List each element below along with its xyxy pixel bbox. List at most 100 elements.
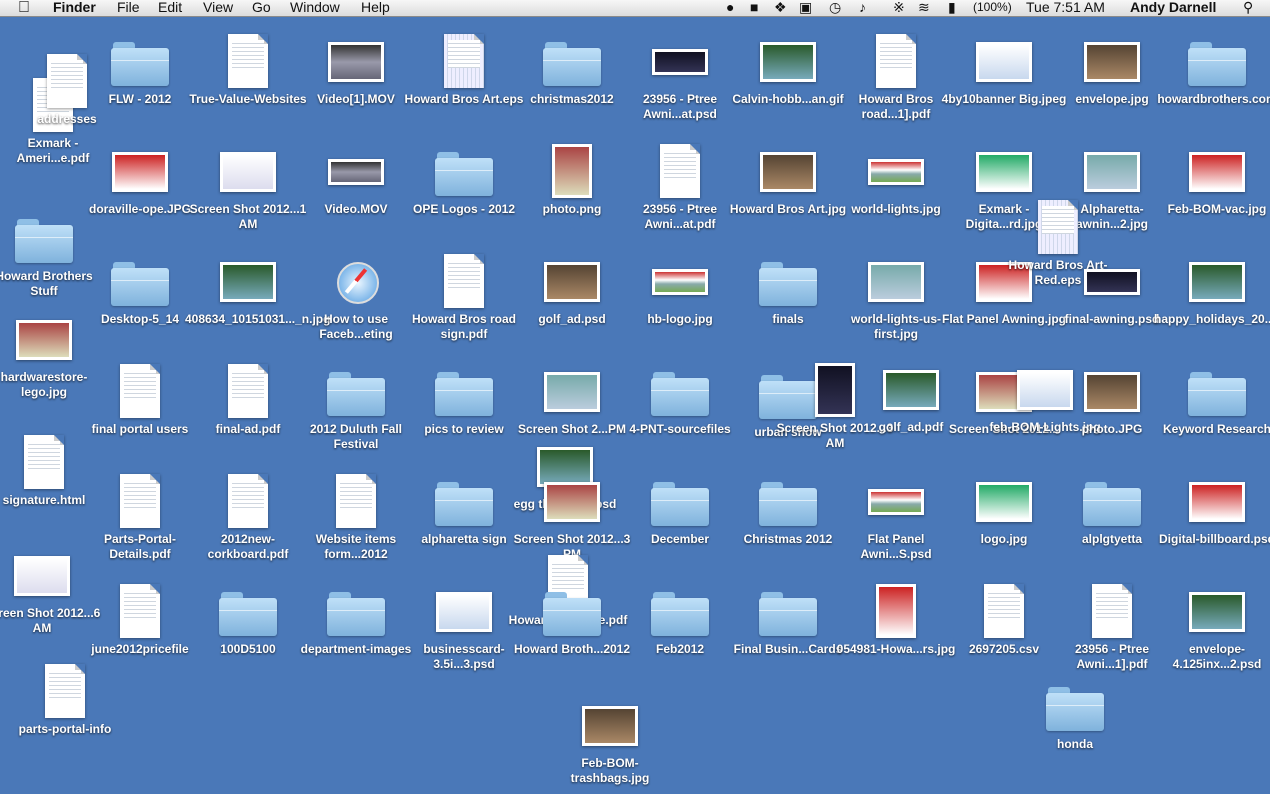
desktop-item-image[interactable]: envelope.jpg (1057, 20, 1167, 130)
desktop-item-image[interactable]: Flat Panel Awni...S.psd (841, 460, 951, 570)
folder-icon-shape (435, 372, 493, 416)
image-icon (867, 474, 925, 532)
desktop-item-folder[interactable]: Christmas 2012 (733, 460, 843, 570)
desktop-item-image[interactable]: businesscard-3.5i...3.psd (409, 570, 519, 680)
desktop-item-label: Digital-billboard.psd (1159, 532, 1270, 546)
thumbnail (976, 42, 1032, 82)
desktop-item-image[interactable]: 4by10banner Big.jpeg (942, 20, 1066, 130)
thumbnail (976, 482, 1032, 522)
desktop-item-xlsx[interactable]: True-Value-Websites (189, 20, 307, 130)
menu-view[interactable]: View (203, 0, 233, 16)
desktop-item-pdf[interactable]: 23956 - Ptree Awni...1].pdf (1057, 570, 1167, 680)
desktop-item-image[interactable]: Digital-billboard.psd (1159, 460, 1270, 570)
display-icon[interactable]: ▣ (799, 0, 812, 16)
desktop-item-folder[interactable]: alpharetta sign (409, 460, 519, 570)
image-icon (219, 254, 277, 312)
desktop-item-image[interactable]: Calvin-hobb...an.gif (732, 20, 844, 130)
desktop-item-folder[interactable]: alplgtyetta (1057, 460, 1167, 570)
thumbnail (1084, 372, 1140, 412)
desktop-item-folder[interactable]: 100D5100 (193, 570, 303, 680)
contacts-icon[interactable]: ■ (750, 0, 758, 16)
desktop-item-folder[interactable]: department-images (301, 570, 411, 680)
desktop-item-image[interactable]: final-awning.psd (1057, 240, 1167, 350)
image-icon (13, 548, 71, 606)
desktop-item-image[interactable]: Howard Bros Art.jpg (730, 130, 846, 240)
desktop-item-pdf[interactable]: Parts-Portal-Details.pdf (85, 460, 195, 570)
menu-help[interactable]: Help (361, 0, 390, 16)
desktop-item-folder[interactable]: christmas2012 (517, 20, 627, 130)
desktop-item-image[interactable]: Feb-BOM-vac.jpg (1162, 130, 1270, 240)
desktop-item-video[interactable]: Video[1].MOV (301, 20, 411, 130)
desktop-item-image[interactable]: logo.jpg (949, 460, 1059, 570)
desktop-item-image[interactable]: 23956 - Ptree Awni...at.psd (625, 20, 735, 130)
desktop-item-image[interactable]: envelope-4.125inx...2.psd (1162, 570, 1270, 680)
dropbox-icon[interactable]: ❖ (774, 0, 787, 16)
desktop-item-folder[interactable]: 4-PNT-sourcefiles (625, 350, 735, 460)
desktop-item-folder[interactable]: Howard Broth...2012 (514, 570, 630, 680)
image-icon (219, 144, 277, 202)
desktop-item-xlsx[interactable]: final portal users (85, 350, 195, 460)
desktop-item-image[interactable]: happy_holidays_20...er.jpg (1154, 240, 1270, 350)
battery-icon[interactable]: ▮ (948, 0, 956, 16)
time-machine-icon[interactable]: ◷ (829, 0, 841, 16)
thumbnail (868, 262, 924, 302)
desktop-item-app[interactable]: How to use Faceb...eting (301, 240, 411, 350)
desktop-item-folder[interactable]: finals (733, 240, 843, 350)
desktop-item-image[interactable]: Screen Shot 2012...6 AM (0, 534, 100, 644)
desktop-item-image[interactable]: photo.JPG (1057, 350, 1167, 460)
desktop-item-csv[interactable]: 2697205.csv (949, 570, 1059, 680)
menu-go[interactable]: Go (252, 0, 271, 16)
bluetooth-icon[interactable]: ※ (893, 0, 905, 16)
desktop-item-pdf[interactable]: 23956 - Ptree Awni...at.pdf (625, 130, 735, 240)
desktop[interactable]: FLW - 2012 True-Value-Websites Video[1].MO… (0, 17, 1270, 785)
image-icon (1188, 144, 1246, 202)
thumbnail (582, 706, 638, 746)
desktop-item-docx[interactable]: Website items form...2012 (301, 460, 411, 570)
evernote-icon[interactable]: ● (726, 0, 734, 16)
desktop-item-pdf[interactable]: final-ad.pdf (193, 350, 303, 460)
apple-menu-icon[interactable]:  (18, 0, 30, 16)
desktop-item-xlsx[interactable]: parts-portal-info (10, 650, 120, 760)
thumbnail (436, 592, 492, 632)
desktop-item-folder[interactable]: 2012 Duluth Fall Festival (301, 350, 411, 460)
menu-window[interactable]: Window (290, 0, 340, 16)
folder-icon (651, 584, 709, 642)
desktop-item-folder[interactable]: Feb2012 (625, 570, 735, 680)
desktop-item-image[interactable]: golf_ad.psd (517, 240, 627, 350)
desktop-item-image[interactable]: 408634_10151031..._n.jpg (185, 240, 330, 350)
desktop-item-image[interactable]: 054981-Howa...rs.jpg (837, 570, 955, 680)
spotlight-search-icon[interactable]: ⚲ (1243, 0, 1253, 16)
desktop-item-label: envelope-4.125inx...2.psd (1172, 642, 1262, 671)
desktop-item-image[interactable]: photo.png (517, 130, 627, 240)
desktop-item-eps[interactable]: Howard Bros Art.eps (405, 20, 523, 130)
desktop-item-folder[interactable]: pics to review (409, 350, 519, 460)
clock[interactable]: Tue 7:51 AM (1026, 0, 1105, 16)
desktop-item-image[interactable]: Screen Shot 2012...1 AM (190, 130, 306, 240)
desktop-item-folder[interactable]: December (625, 460, 735, 570)
app-menu[interactable]: Finder (53, 0, 96, 16)
menu-edit[interactable]: Edit (158, 0, 182, 16)
desktop-item-folder[interactable]: Keyword Research (1162, 350, 1270, 460)
desktop-item-folder[interactable]: honda (1020, 665, 1130, 775)
folder-icon (651, 364, 709, 422)
user-menu[interactable]: Andy Darnell (1130, 0, 1216, 16)
desktop-item-pdf[interactable]: Howard Bros road...1].pdf (841, 20, 951, 130)
desktop-item-image[interactable]: doraville-ope.JPG (85, 130, 195, 240)
desktop-item-image[interactable]: world-lights.jpg (841, 130, 951, 240)
desktop-item-pdf[interactable]: Howard Bros road sign.pdf (409, 240, 519, 350)
desktop-item-pdf[interactable]: 2012new-corkboard.pdf (193, 460, 303, 570)
desktop-item-folder[interactable]: OPE Logos - 2012 (409, 130, 519, 240)
folder-icon (435, 144, 493, 202)
desktop-item-folder[interactable]: Desktop-5_14 (85, 240, 195, 350)
wifi-icon[interactable]: ≋ (918, 0, 930, 16)
desktop-item-folder[interactable]: Final Busin...Cards (733, 570, 843, 680)
desktop-item-image[interactable]: hb-logo.jpg (625, 240, 735, 350)
desktop-item-video[interactable]: Video.MOV (301, 130, 411, 240)
menu-file[interactable]: File (117, 0, 140, 16)
image-icon (975, 474, 1033, 532)
thumbnail (1189, 482, 1245, 522)
desktop-item-image[interactable]: world-lights-us-first.jpg (841, 240, 951, 350)
desktop-item-folder[interactable]: howardbrothers.com (1157, 20, 1270, 130)
desktop-item-image[interactable]: Feb-BOM-trashbags.jpg (555, 684, 665, 794)
volume-icon[interactable]: ♪ (859, 0, 866, 16)
